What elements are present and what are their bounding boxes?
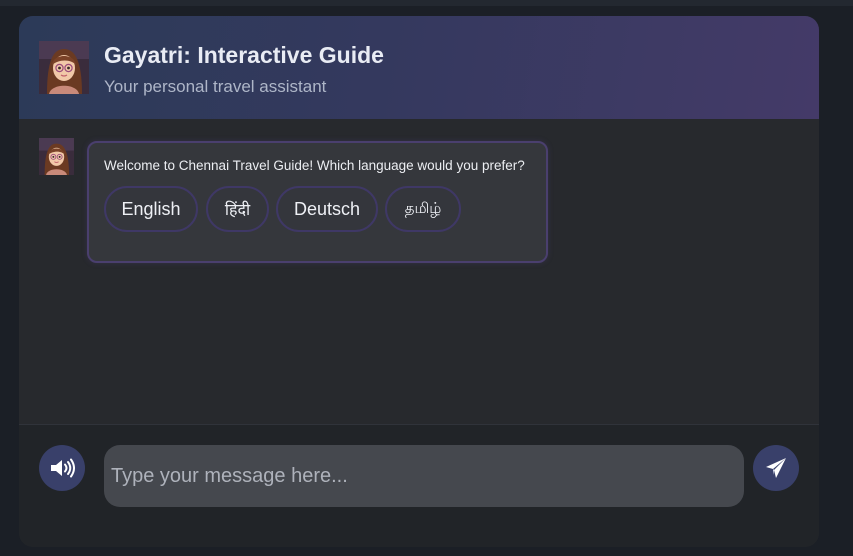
- assistant-message-bubble: Welcome to Chennai Travel Guide! Which l…: [87, 141, 548, 263]
- message-text: Welcome to Chennai Travel Guide! Which l…: [104, 158, 525, 173]
- paper-plane-icon: [765, 457, 787, 479]
- speaker-volume-icon: [49, 457, 75, 479]
- language-option-hindi[interactable]: हिंदी: [206, 186, 269, 232]
- send-button[interactable]: [753, 445, 799, 491]
- message-list: Welcome to Chennai Travel Guide! Which l…: [19, 119, 819, 424]
- input-area: [19, 424, 819, 547]
- assistant-avatar-icon: [39, 41, 89, 94]
- page-subtitle: Your personal travel assistant: [104, 77, 327, 96]
- language-option-tamil[interactable]: தமிழ்: [385, 186, 461, 232]
- chat-window: Gayatri: Interactive Guide Your personal…: [19, 16, 819, 547]
- page-title: Gayatri: Interactive Guide: [104, 42, 384, 68]
- chat-header: Gayatri: Interactive Guide Your personal…: [19, 16, 819, 119]
- assistant-avatar-icon: [39, 138, 74, 175]
- page-top-bar: [0, 0, 853, 6]
- language-option-german[interactable]: Deutsch: [276, 186, 378, 232]
- voice-button[interactable]: [39, 445, 85, 491]
- message-input[interactable]: [104, 445, 744, 507]
- language-option-english[interactable]: English: [104, 186, 198, 232]
